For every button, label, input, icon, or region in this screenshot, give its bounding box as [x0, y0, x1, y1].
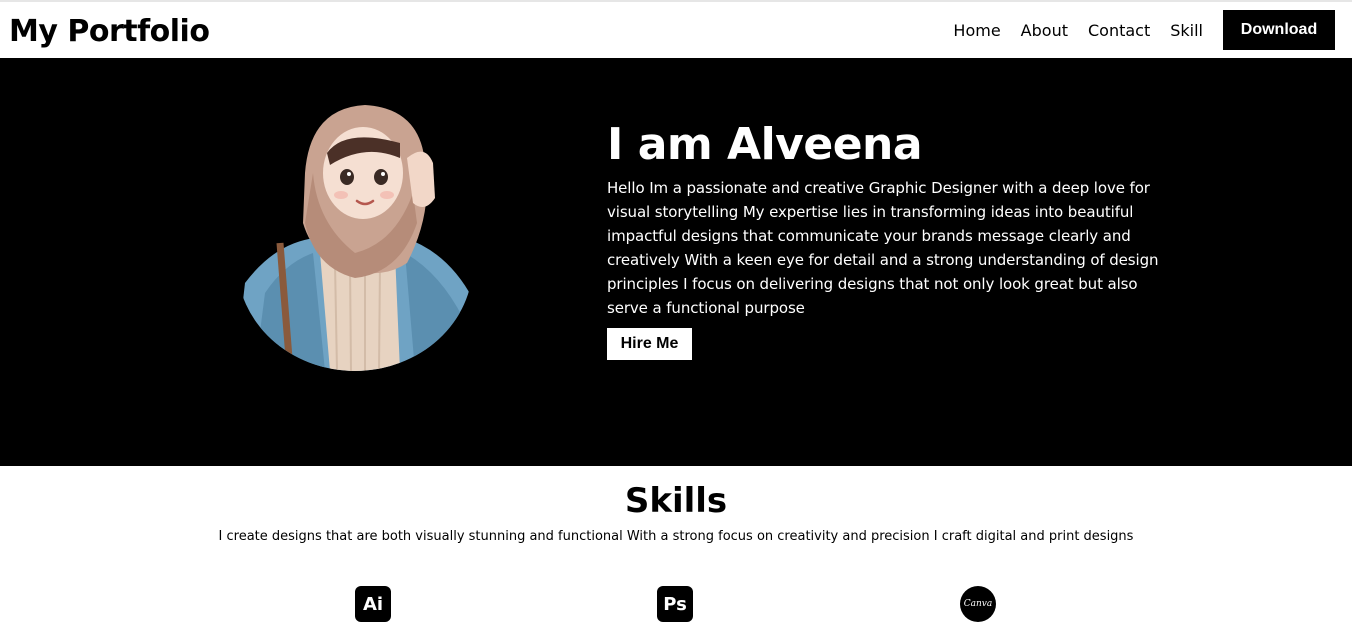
illustrator-icon: Ai — [355, 586, 391, 622]
profile-avatar-illustration — [237, 105, 473, 371]
skills-description: I create designs that are both visually … — [218, 529, 1134, 544]
hero-section: I am Alveena Hello Im a passionate and c… — [0, 58, 1352, 466]
hero-title: I am Alveena — [607, 119, 923, 170]
hero-description: Hello Im a passionate and creative Graph… — [607, 179, 1159, 317]
canva-icon: Canva — [960, 586, 996, 622]
site-header: My Portfolio Home About Contact Skill Do… — [0, 2, 1352, 58]
hero-content: I am Alveena Hello Im a passionate and c… — [607, 118, 1177, 360]
nav-home[interactable]: Home — [953, 21, 1000, 40]
photoshop-icon: Ps — [657, 586, 693, 622]
main-nav: Home About Contact Skill Download — [953, 10, 1335, 50]
hire-me-button[interactable]: Hire Me — [607, 328, 692, 360]
nav-skill[interactable]: Skill — [1170, 21, 1203, 40]
nav-contact[interactable]: Contact — [1088, 21, 1150, 40]
nav-about[interactable]: About — [1021, 21, 1068, 40]
site-logo[interactable]: My Portfolio — [9, 14, 210, 49]
skills-title: Skills — [624, 481, 728, 521]
download-button[interactable]: Download — [1223, 10, 1335, 50]
